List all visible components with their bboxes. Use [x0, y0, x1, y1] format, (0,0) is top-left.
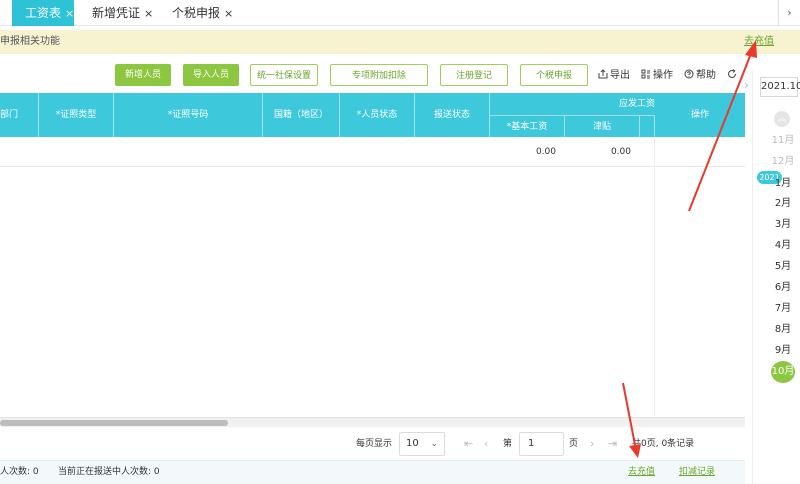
- column-header-person-status: *人员状态: [340, 93, 415, 137]
- per-page-select[interactable]: 10 ⌄: [399, 432, 445, 456]
- recharge-link[interactable]: 去充值: [628, 461, 655, 483]
- month-item[interactable]: 1月: [768, 176, 798, 192]
- month-item[interactable]: 12月: [768, 154, 798, 170]
- help-label: 帮助: [696, 70, 716, 81]
- close-icon[interactable]: ×: [224, 1, 233, 27]
- recharge-link[interactable]: 去充值: [744, 30, 774, 54]
- per-page-value: 10: [406, 438, 419, 449]
- page-suffix: 页: [569, 439, 579, 449]
- export-label: 导出: [610, 70, 630, 81]
- period-box[interactable]: 2021.10: [760, 77, 800, 97]
- allowance-cell: 0.00: [610, 147, 631, 157]
- per-page-label: 每页显示: [356, 439, 393, 449]
- current-month[interactable]: 10月: [771, 361, 795, 383]
- tab-tax-declare[interactable]: 个税申报 ×: [172, 0, 234, 26]
- operate-button[interactable]: 操作: [641, 68, 673, 84]
- month-item[interactable]: 5月: [768, 259, 798, 275]
- close-icon[interactable]: ×: [65, 1, 74, 27]
- operate-label: 操作: [653, 70, 673, 81]
- last-page-icon[interactable]: ⇥: [608, 432, 617, 456]
- help-icon: [684, 69, 694, 79]
- export-icon: [598, 69, 608, 79]
- import-person-button[interactable]: 导入人员: [183, 64, 239, 86]
- chevron-left-icon[interactable]: ›: [744, 76, 756, 94]
- tax-declare-button[interactable]: 个税申报: [520, 64, 588, 86]
- prev-page-icon[interactable]: ‹: [484, 432, 488, 456]
- column-header-nationality: 国籍（地区）: [263, 93, 340, 137]
- column-header-id-type: *证照类型: [39, 93, 114, 137]
- notice-text: 申报相关功能: [0, 36, 60, 47]
- month-item[interactable]: 2月: [768, 196, 798, 212]
- column-header-more: [640, 115, 655, 137]
- tab-label: 个税申报: [172, 6, 221, 20]
- column-header-report-status: 报送状态: [415, 93, 490, 137]
- scroll-up-icon[interactable]: ︽: [774, 111, 790, 127]
- month-item[interactable]: 6月: [768, 280, 798, 296]
- horizontal-scrollbar[interactable]: [0, 417, 745, 427]
- chevron-down-icon: ⌄: [430, 439, 438, 449]
- tab-salary-sheet[interactable]: 工资表 ×: [12, 0, 74, 26]
- scrollbar-thumb[interactable]: [0, 420, 228, 426]
- column-header-base-salary: *基本工资: [490, 115, 565, 137]
- close-icon[interactable]: ×: [144, 1, 153, 27]
- month-item[interactable]: 11月: [768, 133, 798, 149]
- tab-scroll-right-icon[interactable]: ›: [778, 0, 800, 26]
- add-person-button[interactable]: 新增人员: [115, 64, 171, 86]
- tab-label: 新增凭证: [92, 6, 141, 20]
- register-button[interactable]: 注册登记: [440, 64, 508, 86]
- month-item[interactable]: 8月: [768, 322, 798, 338]
- month-item[interactable]: 4月: [768, 238, 798, 254]
- export-button[interactable]: 导出: [598, 68, 630, 84]
- social-security-button[interactable]: 统一社保设置: [250, 64, 318, 86]
- month-item[interactable]: 3月: [768, 217, 798, 233]
- table-header: 部门 *证照类型 *证照号码 国籍（地区） *人员状态 报送状态 应发工资 *基…: [0, 93, 745, 137]
- next-page-icon[interactable]: ›: [590, 432, 594, 456]
- tab-new-voucher[interactable]: 新增凭证 ×: [92, 0, 154, 26]
- column-header-id-number: *证照号码: [114, 93, 263, 137]
- sending-count-text: 当前正在报送中人次数: 0: [58, 467, 160, 477]
- help-button[interactable]: 帮助: [684, 68, 716, 84]
- column-group-payable: 应发工资: [618, 99, 655, 109]
- tab-label: 工资表: [25, 6, 62, 20]
- tab-bar: 工资表 × 新增凭证 × 个税申报 × ›: [0, 0, 800, 26]
- refresh-button[interactable]: [727, 68, 739, 84]
- column-header-allowance: 津贴: [565, 115, 640, 137]
- column-header-action: 操作: [690, 110, 709, 120]
- page-summary: 共0页, 0条记录: [632, 439, 695, 449]
- deduction-record-link[interactable]: 扣减记录: [679, 461, 715, 483]
- special-deduction-button[interactable]: 专项附加扣除: [330, 64, 428, 86]
- table-row[interactable]: 0.00 0.00: [0, 138, 745, 167]
- notice-bar: 申报相关功能 去充值: [0, 30, 800, 54]
- page-prefix: 第: [503, 439, 513, 449]
- first-page-icon[interactable]: ⇤: [464, 432, 473, 456]
- base-salary-cell: 0.00: [535, 147, 556, 157]
- grid-icon: [641, 69, 650, 79]
- month-item[interactable]: 9月: [768, 343, 798, 359]
- column-header-dept: 部门: [0, 93, 39, 137]
- page-input[interactable]: 1: [519, 432, 564, 456]
- month-item[interactable]: 7月: [768, 301, 798, 317]
- column-divider: [654, 137, 655, 416]
- footer-bar: 人次数: 0 当前正在报送中人次数: 0 去充值 扣减记录: [0, 460, 745, 484]
- count-text: 人次数: 0: [0, 467, 39, 477]
- refresh-icon: [728, 69, 736, 78]
